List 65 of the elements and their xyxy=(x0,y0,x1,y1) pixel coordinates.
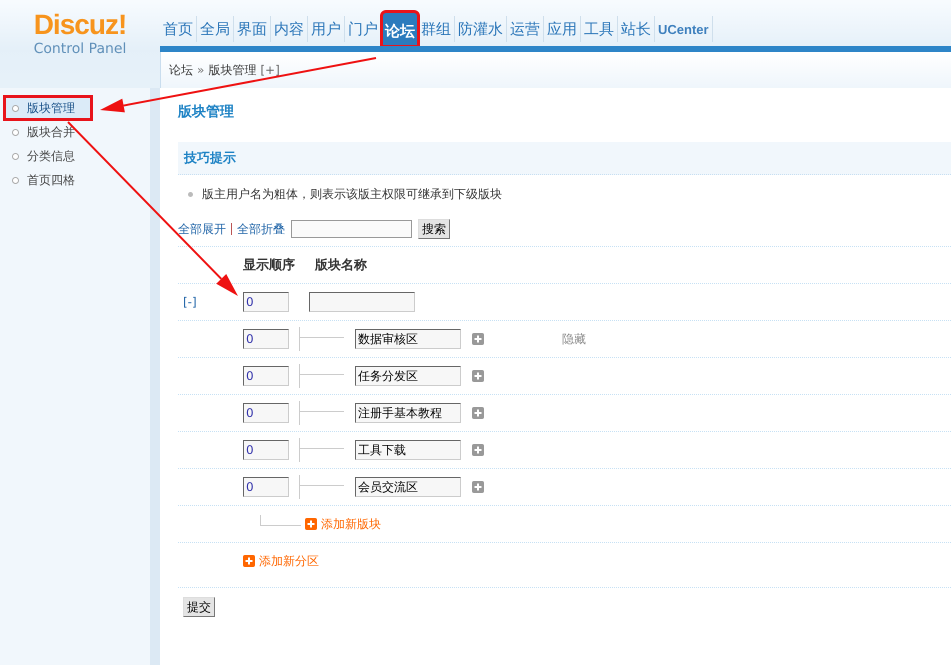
forum-name-field[interactable]: 任务分发区 xyxy=(355,366,461,386)
tree-line xyxy=(299,438,344,462)
tips-title: 技巧提示 xyxy=(184,150,236,167)
order-field[interactable]: 0 xyxy=(243,366,289,386)
tree-line xyxy=(299,401,344,425)
nav-tab[interactable]: 工具 xyxy=(581,16,618,42)
column-header: 版块名称 xyxy=(315,257,367,274)
nav-tab[interactable]: 群组 xyxy=(418,16,455,42)
category-name-field[interactable] xyxy=(309,292,415,312)
nav-tab[interactable]: 论坛 xyxy=(382,12,418,46)
forum-name-field[interactable]: 注册手基本教程 xyxy=(355,403,461,423)
sidebar-item[interactable]: 分类信息 xyxy=(0,144,150,168)
nav-tab[interactable]: 运营 xyxy=(507,16,544,42)
nav-tab[interactable]: 防灌水 xyxy=(455,16,507,42)
forum-name-field[interactable]: 会员交流区 xyxy=(355,477,461,497)
search-field[interactable] xyxy=(291,220,412,238)
collapse-all-link[interactable]: 全部折叠 xyxy=(237,220,285,238)
discuz-logo: Discuz! xyxy=(34,10,126,40)
order-field[interactable]: 0 xyxy=(243,329,289,349)
tree-line xyxy=(260,514,301,526)
forum-name-field[interactable]: 工具下载 xyxy=(355,440,461,460)
page-title: 版块管理 xyxy=(178,103,235,122)
circle-bullet-icon xyxy=(12,152,19,160)
expand-toggle-link[interactable]: [+] xyxy=(260,63,280,77)
plus-icon xyxy=(305,518,317,530)
tree-line xyxy=(299,475,344,499)
plus-icon xyxy=(243,555,255,567)
nav-tab[interactable]: 站长 xyxy=(618,16,655,42)
expand-all-link[interactable]: 全部展开 xyxy=(178,220,226,238)
column-header: 显示顺序 xyxy=(243,256,295,274)
order-field[interactable]: 0 xyxy=(243,403,289,423)
nav-tab[interactable]: UCenter xyxy=(655,16,713,42)
logo-subtitle: Control Panel xyxy=(34,40,126,58)
add-subforum-icon[interactable] xyxy=(472,481,484,493)
breadcrumb-item: 版块管理 xyxy=(208,62,256,78)
breadcrumb-separator: » xyxy=(197,63,204,77)
tree-line xyxy=(299,364,344,388)
order-field[interactable]: 0 xyxy=(243,440,289,460)
nav-tab[interactable]: 应用 xyxy=(544,16,581,42)
sidebar-item[interactable]: 首页四格 xyxy=(0,168,150,192)
tip-text: 版主用户名为粗体，则表示该版主权限可继承到下级版块 xyxy=(202,186,502,202)
nav-tab[interactable]: 界面 xyxy=(234,16,271,42)
circle-bullet-icon xyxy=(12,128,19,136)
search-button[interactable]: 搜索 xyxy=(418,219,450,239)
nav-tab[interactable]: 全局 xyxy=(197,16,234,42)
add-subforum-icon[interactable] xyxy=(472,333,484,345)
hidden-status: 隐藏 xyxy=(562,330,586,348)
nav-tab[interactable]: 首页 xyxy=(160,16,197,42)
tree-line xyxy=(299,327,344,351)
breadcrumb-item[interactable]: 论坛 xyxy=(169,62,193,78)
collapse-toggle-link[interactable]: [-] xyxy=(183,295,197,309)
add-subforum-icon[interactable] xyxy=(472,444,484,456)
sidebar-item[interactable]: 版块管理 xyxy=(4,96,92,120)
order-field[interactable]: 0 xyxy=(243,477,289,497)
add-subforum-icon[interactable] xyxy=(472,407,484,419)
nav-tab[interactable]: 用户 xyxy=(308,16,345,42)
add-subforum-icon[interactable] xyxy=(472,370,484,382)
forum-name-field[interactable]: 数据审核区 xyxy=(355,329,461,349)
circle-bullet-icon xyxy=(12,104,19,112)
sidebar-item[interactable]: 版块合并 xyxy=(0,120,150,144)
order-field[interactable]: 0 xyxy=(243,292,289,312)
circle-bullet-icon xyxy=(12,176,19,184)
nav-tab[interactable]: 内容 xyxy=(271,16,308,42)
bullet-icon xyxy=(188,192,193,196)
submit-button[interactable]: 提交 xyxy=(183,597,215,617)
